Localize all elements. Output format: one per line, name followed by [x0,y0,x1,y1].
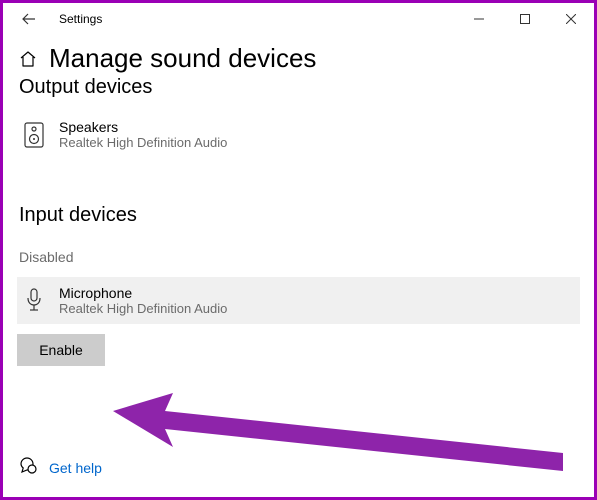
back-arrow-icon [22,12,36,26]
window-controls [456,3,594,35]
microphone-icon [23,288,45,314]
input-device-name: Microphone [59,285,227,301]
input-device-item[interactable]: Microphone Realtek High Definition Audio [17,277,580,324]
disabled-status-label: Disabled [3,235,594,273]
window-title: Settings [59,12,102,26]
output-device-item[interactable]: Speakers Realtek High Definition Audio [17,111,580,158]
maximize-icon [520,14,530,24]
annotation-arrow [113,393,573,493]
home-icon-svg [19,50,37,68]
output-device-name: Speakers [59,119,227,135]
input-device-text: Microphone Realtek High Definition Audio [59,285,227,316]
output-devices-heading: Output devices [3,74,594,107]
close-icon [566,14,576,24]
minimize-icon [474,14,484,24]
output-device-sub: Realtek High Definition Audio [59,135,227,150]
page-header: Manage sound devices [3,35,594,74]
enable-button[interactable]: Enable [17,334,105,366]
back-button[interactable] [15,5,43,33]
output-device-text: Speakers Realtek High Definition Audio [59,119,227,150]
help-row: Get help [19,456,102,479]
home-icon[interactable] [19,50,37,68]
page-title: Manage sound devices [49,43,316,74]
maximize-button[interactable] [502,3,548,35]
input-devices-heading: Input devices [3,162,594,235]
speaker-icon [23,122,45,148]
input-device-sub: Realtek High Definition Audio [59,301,227,316]
close-button[interactable] [548,3,594,35]
get-help-link[interactable]: Get help [49,460,102,476]
minimize-button[interactable] [456,3,502,35]
titlebar: Settings [3,3,594,35]
help-bubble-icon [19,456,37,479]
